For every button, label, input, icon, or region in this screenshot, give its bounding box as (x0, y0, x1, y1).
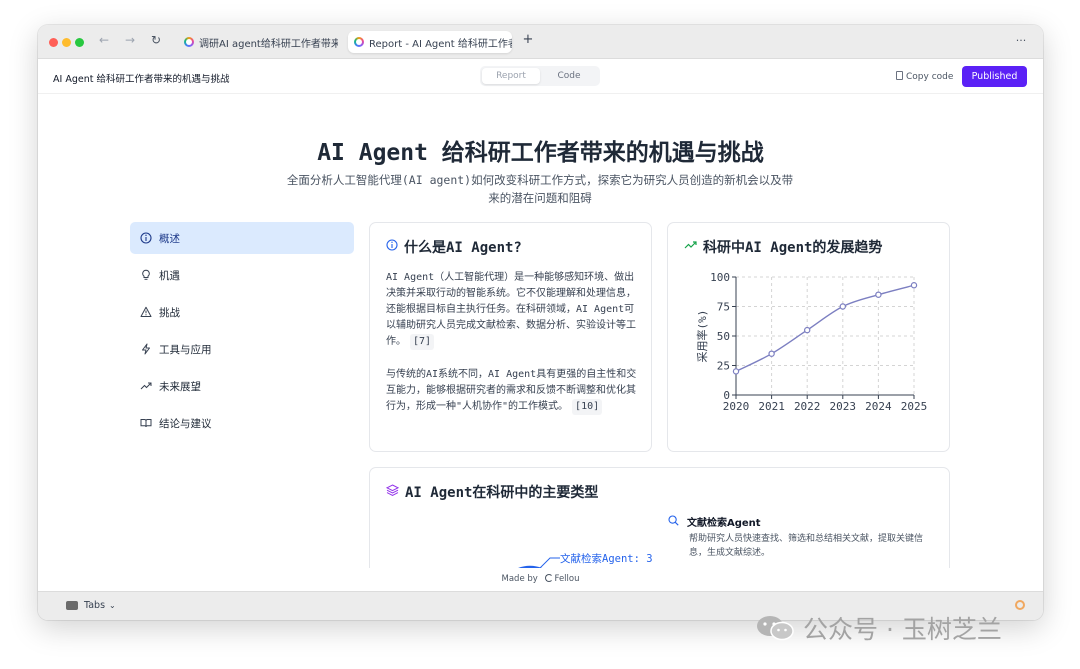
sidenav-item-tools[interactable]: 工具与应用 (130, 333, 354, 365)
close-window-button[interactable] (49, 38, 58, 47)
report-sidenav: 概述 机遇 挑战 工具与应用 未来展望 结论与建议 (130, 222, 354, 444)
browser-tab-research[interactable]: 调研AI agent给科研工作者带来的 (178, 31, 338, 53)
sidenav-label: 未来展望 (159, 380, 201, 393)
fellou-logo-icon (1015, 600, 1025, 610)
agent-types-pie-chart: 文献检索Agent: 3 (518, 552, 653, 568)
sidenav-item-overview[interactable]: 概述 (130, 222, 354, 254)
info-icon (139, 231, 153, 245)
agent-type-item: 文献检索Agent 帮助研究人员快速查找、筛选和总结相关文献，提取关键信息，生成… (668, 514, 938, 560)
agent-type-title: 文献检索Agent (687, 518, 761, 529)
report-subtitle: 全面分析人工智能代理(AI agent)如何改变科研工作方式，探索它为研究人员创… (286, 173, 794, 205)
pie-slice-label: 文献检索Agent: 3 (560, 552, 653, 565)
data-point (910, 282, 918, 289)
x-tick-label: 2025 (901, 400, 928, 413)
fellou-logo-icon (184, 37, 194, 47)
fellou-logo-icon (354, 37, 364, 47)
chevron-down-icon: ⌄ (109, 601, 116, 610)
sidenav-item-opportunities[interactable]: 机遇 (130, 259, 354, 291)
minimize-window-button[interactable] (62, 38, 71, 47)
browser-window: ← → ↻ 调研AI agent给科研工作者带来的 Report - AI Ag… (38, 25, 1043, 620)
lightbulb-icon (139, 268, 153, 282)
wechat-watermark: 公众号 · 玉树芝兰 (755, 610, 1002, 646)
app-title: AI Agent 给科研工作者带来的机遇与挑战 (53, 74, 230, 85)
sidenav-label: 机遇 (159, 269, 180, 282)
sidenav-item-challenges[interactable]: 挑战 (130, 296, 354, 328)
new-tab-button[interactable]: + (520, 32, 536, 47)
published-button[interactable]: Published (962, 66, 1027, 87)
x-tick-label: 2020 (723, 400, 750, 413)
what-is-paragraph-1: AI Agent（人工智能代理）是一种能够感知环境、做出决策并采取行动的智能系统… (386, 270, 638, 350)
wechat-logo-icon (755, 614, 795, 642)
y-tick-label: 25 (717, 360, 730, 373)
forward-arrow-icon[interactable]: → (122, 33, 138, 47)
y-tick-label: 100 (710, 271, 730, 284)
citation-link[interactable]: [10] (572, 399, 603, 415)
browser-titlebar: ← → ↻ 调研AI agent给科研工作者带来的 Report - AI Ag… (38, 25, 1043, 59)
fellou-brand[interactable]: Fellou (555, 574, 580, 584)
bolt-icon (139, 342, 153, 356)
book-icon (139, 416, 153, 430)
report-appbar: AI Agent 给科研工作者带来的机遇与挑战 Report Code Copy… (38, 59, 1043, 94)
report-title: AI Agent 给科研工作者带来的机遇与挑战 (317, 140, 764, 166)
y-tick-label: 75 (717, 301, 730, 314)
y-tick-label: 50 (717, 330, 730, 343)
made-by-footer: Made by Fellou (38, 568, 1043, 591)
more-menu-icon[interactable]: ··· (1013, 34, 1029, 47)
reload-icon[interactable]: ↻ (148, 33, 164, 47)
watermark-text: 公众号 · 玉树芝兰 (803, 615, 1002, 644)
tabs-label: Tabs (84, 600, 106, 611)
adoption-line-chart: 02550751002020 2021 2022 2023 2024 2025采用率(%) (695, 271, 928, 413)
sidenav-item-future[interactable]: 未来展望 (130, 370, 354, 402)
trend-icon (139, 379, 153, 393)
y-axis-label: 采用率(%) (695, 310, 709, 363)
tab-report[interactable]: Report (482, 68, 540, 84)
report-content: AI Agent 给科研工作者带来的机遇与挑战 全面分析人工智能代理(AI ag… (38, 94, 1043, 568)
maximize-window-button[interactable] (75, 38, 84, 47)
clipboard-icon (896, 71, 903, 80)
x-tick-label: 2024 (865, 400, 892, 413)
x-tick-label: 2021 (758, 400, 785, 413)
copy-code-label: Copy code (906, 72, 954, 82)
made-by-label: Made by (501, 574, 538, 584)
data-point (875, 291, 882, 298)
trend-icon (684, 239, 697, 255)
types-card: AI Agent在科研中的主要类型 文献检索Agent: 3 文献检索Agent… (369, 467, 950, 568)
sidenav-label: 挑战 (159, 306, 180, 319)
copy-code-button[interactable]: Copy code (896, 71, 953, 82)
card-title: AI Agent在科研中的主要类型 (405, 485, 599, 501)
tab-label: 调研AI agent给科研工作者带来的 (199, 38, 338, 50)
adoption-series-line (735, 284, 915, 373)
trend-card: 科研中AI Agent的发展趋势 0 25 50 75 100 2020 2021 2022 2… (667, 222, 950, 452)
agent-type-desc: 帮助研究人员快速查找、筛选和总结相关文献，提取关键信息，生成文献综述。 (689, 534, 924, 558)
sidenav-label: 结论与建议 (159, 417, 212, 430)
data-point (803, 326, 811, 334)
data-point (768, 350, 775, 357)
sidenav-label: 工具与应用 (159, 343, 212, 356)
pie-label-leader (539, 557, 560, 568)
card-title: 什么是AI Agent? (404, 240, 522, 256)
data-point (839, 303, 846, 310)
warning-icon (139, 305, 153, 319)
tabs-button[interactable]: Tabs ⌄ (66, 600, 116, 611)
sidenav-label: 概述 (159, 232, 180, 245)
citation-link[interactable]: [7] (410, 334, 435, 350)
briefcase-icon (66, 601, 78, 610)
back-arrow-icon[interactable]: ← (96, 33, 112, 47)
view-toggle: Report Code (480, 66, 600, 86)
x-tick-label: 2022 (794, 400, 821, 413)
search-icon (668, 514, 679, 529)
layers-icon (385, 484, 400, 500)
what-is-card: 什么是AI Agent? AI Agent（人工智能代理）是一种能够感知环境、做… (369, 222, 652, 452)
x-tick-label: 2023 (830, 400, 857, 413)
browser-tab-report[interactable]: Report - AI Agent 给科研工作者 ✕ (348, 31, 512, 53)
tab-code[interactable]: Code (540, 68, 598, 84)
sidenav-item-conclusion[interactable]: 结论与建议 (130, 407, 354, 439)
card-title: 科研中AI Agent的发展趋势 (703, 240, 883, 256)
tab-label: Report - AI Agent 给科研工作者 (369, 38, 512, 50)
data-point (732, 368, 740, 375)
info-icon (386, 239, 398, 255)
what-is-paragraph-2: 与传统的AI系统不同，AI Agent具有更强的自主性和交互能力，能够根据研究者… (386, 367, 638, 415)
fellou-logo-icon (544, 574, 553, 582)
